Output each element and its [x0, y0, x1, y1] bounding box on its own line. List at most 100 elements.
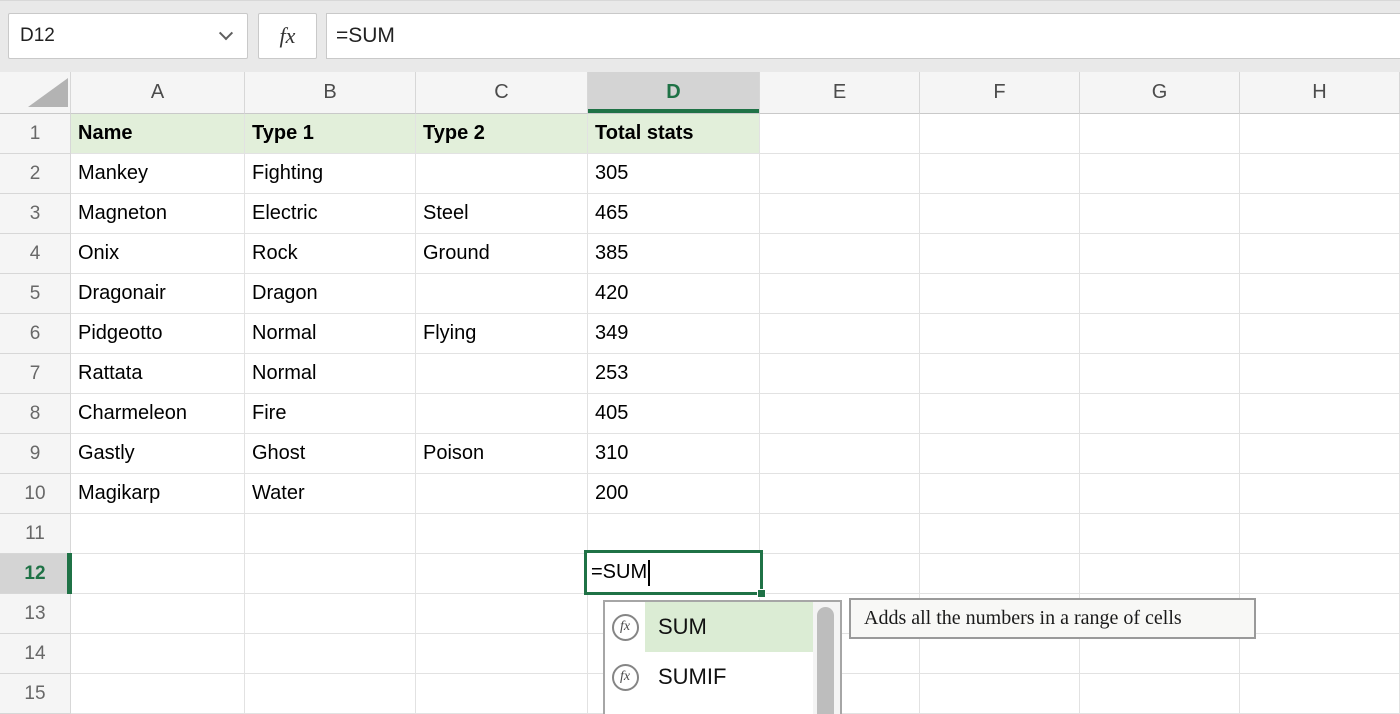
cell-G1[interactable] [1080, 114, 1240, 154]
cell-G2[interactable] [1080, 154, 1240, 194]
cell-B10[interactable]: Water [245, 474, 416, 514]
cell-B9[interactable]: Ghost [245, 434, 416, 474]
cell-F3[interactable] [920, 194, 1080, 234]
cell-G15[interactable] [1080, 674, 1240, 714]
name-box[interactable]: D12 [8, 13, 248, 59]
cell-H1[interactable] [1240, 114, 1400, 154]
cell-E11[interactable] [760, 514, 920, 554]
cell-H14[interactable] [1240, 634, 1400, 674]
cell-D9[interactable]: 310 [588, 434, 760, 474]
cell-B11[interactable] [245, 514, 416, 554]
row-header-11[interactable]: 11 [0, 514, 71, 554]
cell-C7[interactable] [416, 354, 588, 394]
cell-F7[interactable] [920, 354, 1080, 394]
cell-H9[interactable] [1240, 434, 1400, 474]
cell-D8[interactable]: 405 [588, 394, 760, 434]
cell-C6[interactable]: Flying [416, 314, 588, 354]
column-header-F[interactable]: F [920, 72, 1080, 114]
cell-B8[interactable]: Fire [245, 394, 416, 434]
cell-C2[interactable] [416, 154, 588, 194]
cell-F11[interactable] [920, 514, 1080, 554]
select-all-corner[interactable] [0, 72, 71, 114]
cell-C5[interactable] [416, 274, 588, 314]
cell-H15[interactable] [1240, 674, 1400, 714]
cell-E10[interactable] [760, 474, 920, 514]
cell-C14[interactable] [416, 634, 588, 674]
cell-H7[interactable] [1240, 354, 1400, 394]
column-header-B[interactable]: B [245, 72, 416, 114]
cell-B15[interactable] [245, 674, 416, 714]
cell-H4[interactable] [1240, 234, 1400, 274]
fill-handle[interactable] [757, 589, 766, 598]
cell-D7[interactable]: 253 [588, 354, 760, 394]
cell-A7[interactable]: Rattata [71, 354, 245, 394]
autocomplete-item-sum[interactable]: fxSUM [605, 602, 813, 652]
row-header-10[interactable]: 10 [0, 474, 71, 514]
cell-H12[interactable] [1240, 554, 1400, 594]
cell-F9[interactable] [920, 434, 1080, 474]
cell-C3[interactable]: Steel [416, 194, 588, 234]
cell-B12[interactable] [245, 554, 416, 594]
cell-B13[interactable] [245, 594, 416, 634]
cell-F12[interactable] [920, 554, 1080, 594]
chevron-down-icon[interactable] [219, 26, 233, 40]
cell-A3[interactable]: Magneton [71, 194, 245, 234]
cell-A8[interactable]: Charmeleon [71, 394, 245, 434]
cell-H2[interactable] [1240, 154, 1400, 194]
cell-H11[interactable] [1240, 514, 1400, 554]
cell-A13[interactable] [71, 594, 245, 634]
cell-G10[interactable] [1080, 474, 1240, 514]
cell-C8[interactable] [416, 394, 588, 434]
cell-E4[interactable] [760, 234, 920, 274]
autocomplete-item-sumifs[interactable]: fxSUMIFS [605, 702, 813, 714]
cell-C13[interactable] [416, 594, 588, 634]
row-header-13[interactable]: 13 [0, 594, 71, 634]
cell-F2[interactable] [920, 154, 1080, 194]
cell-A5[interactable]: Dragonair [71, 274, 245, 314]
column-header-H[interactable]: H [1240, 72, 1400, 114]
cell-D3[interactable]: 465 [588, 194, 760, 234]
cell-D10[interactable]: 200 [588, 474, 760, 514]
cell-B1[interactable]: Type 1 [245, 114, 416, 154]
cell-C9[interactable]: Poison [416, 434, 588, 474]
row-header-4[interactable]: 4 [0, 234, 71, 274]
cell-F1[interactable] [920, 114, 1080, 154]
cell-A12[interactable] [71, 554, 245, 594]
cell-B14[interactable] [245, 634, 416, 674]
cell-C4[interactable]: Ground [416, 234, 588, 274]
cell-B6[interactable]: Normal [245, 314, 416, 354]
row-header-2[interactable]: 2 [0, 154, 71, 194]
cell-G9[interactable] [1080, 434, 1240, 474]
cell-G12[interactable] [1080, 554, 1240, 594]
cell-D6[interactable]: 349 [588, 314, 760, 354]
cell-F5[interactable] [920, 274, 1080, 314]
row-header-14[interactable]: 14 [0, 634, 71, 674]
cell-E5[interactable] [760, 274, 920, 314]
cell-F4[interactable] [920, 234, 1080, 274]
cell-H5[interactable] [1240, 274, 1400, 314]
cell-F15[interactable] [920, 674, 1080, 714]
cell-F14[interactable] [920, 634, 1080, 674]
cell-E12[interactable] [760, 554, 920, 594]
cell-B7[interactable]: Normal [245, 354, 416, 394]
cell-G7[interactable] [1080, 354, 1240, 394]
cell-G3[interactable] [1080, 194, 1240, 234]
cell-C1[interactable]: Type 2 [416, 114, 588, 154]
cell-H10[interactable] [1240, 474, 1400, 514]
dropdown-scrollbar-thumb[interactable] [817, 607, 834, 714]
cell-A10[interactable]: Magikarp [71, 474, 245, 514]
active-cell-editor[interactable]: =SUM [584, 550, 763, 595]
column-header-A[interactable]: A [71, 72, 245, 114]
row-header-9[interactable]: 9 [0, 434, 71, 474]
cell-F10[interactable] [920, 474, 1080, 514]
cell-A15[interactable] [71, 674, 245, 714]
cell-D5[interactable]: 420 [588, 274, 760, 314]
cell-B2[interactable]: Fighting [245, 154, 416, 194]
row-header-1[interactable]: 1 [0, 114, 71, 154]
dropdown-scrollbar-track[interactable] [813, 602, 840, 714]
cell-G5[interactable] [1080, 274, 1240, 314]
column-header-D[interactable]: D [588, 72, 760, 114]
insert-function-button[interactable]: fx [258, 13, 317, 59]
cell-E8[interactable] [760, 394, 920, 434]
cell-A4[interactable]: Onix [71, 234, 245, 274]
